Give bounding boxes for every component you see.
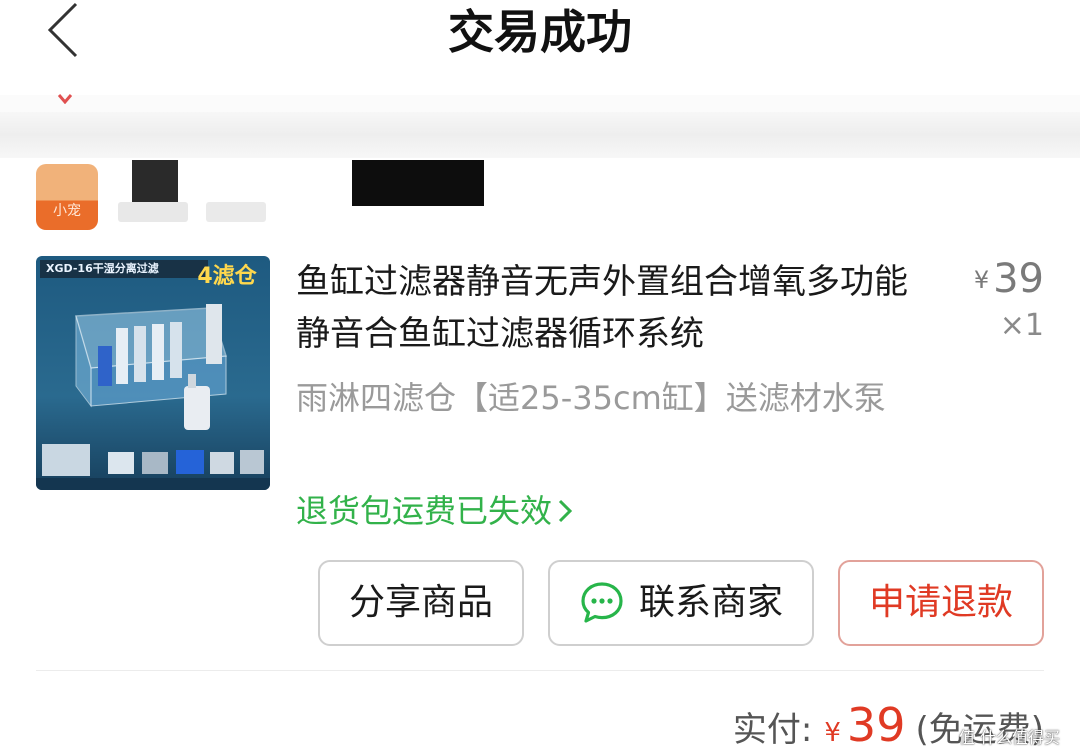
blurred-banner [0,112,1080,158]
paid-label: 实付: [732,710,813,750]
price-symbol: ¥ [973,266,990,294]
price-value: 39 [993,256,1044,302]
blurred-area [0,95,1080,112]
product-thumbnail[interactable]: XGD-16干湿分离过滤 4滤仓 [36,256,270,490]
product-title[interactable]: 鱼缸过滤器静音无声外置组合增氧多功能静音合鱼缸过滤器循环系统 [296,256,936,360]
chat-bubble-icon [581,582,623,623]
redaction-block [352,160,484,206]
shop-name-blurred [206,202,266,222]
divider [36,670,1044,671]
thumbnail-banner: XGD-16干湿分离过滤 [40,260,208,278]
product-quantity: ×1 [999,308,1044,343]
chevron-right-icon [558,499,573,523]
page-title: 交易成功 [448,5,632,59]
product-price: ¥39 [974,254,1044,305]
shop-logo: 小宠 [36,164,98,230]
paid-currency-symbol: ¥ [824,718,841,748]
chevron-down-icon [58,94,72,104]
paid-amount: 39 [846,698,906,752]
thumbnail-badge: 4滤仓 [197,264,257,289]
contact-seller-button[interactable]: 联系商家 [548,560,814,646]
shop-logo-label: 小宠 [53,203,81,219]
watermark: 值 什么值得买 [958,728,1060,747]
product-spec: 雨淋四滤仓【适25-35cm缸】送滤材水泵 [296,379,886,417]
request-refund-button[interactable]: 申请退款 [838,560,1044,646]
share-product-button[interactable]: 分享商品 [318,560,524,646]
contact-seller-label: 联系商家 [638,582,783,623]
shop-name-blurred [118,202,188,222]
shop-header[interactable]: 小宠 [0,158,1080,238]
nav-bar: 交易成功 [0,0,1080,96]
return-shipping-link[interactable]: 退货包运费已失效 [296,486,574,536]
return-shipping-label: 退货包运费已失效 [296,492,553,530]
